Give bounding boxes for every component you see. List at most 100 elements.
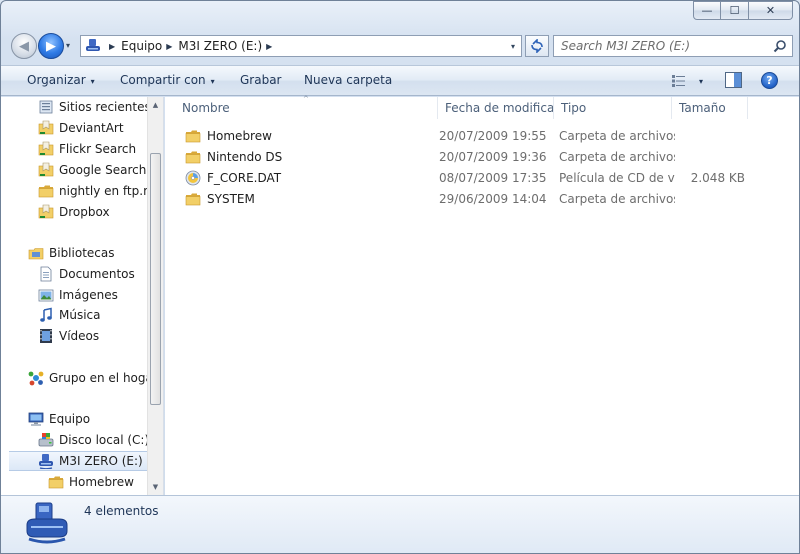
recent-pages-dropdown[interactable]: ▾: [66, 41, 70, 50]
file-name: F_CORE.DAT: [207, 171, 282, 185]
file-list-pane: Nombre ^ Fecha de modifica... Tipo Tamañ…: [165, 95, 799, 495]
chevron-down-icon: ▾: [210, 77, 215, 86]
sidebar-item-m3i-zero-e[interactable]: M3I ZERO (E:): [9, 451, 148, 471]
navigation-bar: ◀ ▶ ▾ ▶ Equipo ▶ M3I ZERO (E:) ▶ ▾: [9, 32, 793, 60]
breadcrumb-equipo[interactable]: Equipo: [121, 39, 162, 53]
close-button[interactable]: ✕: [749, 1, 793, 20]
column-header-name-label: Nombre: [182, 101, 230, 115]
sidebar-item-label: Vídeos: [59, 329, 100, 343]
sidebar-item-label: Dropbox: [59, 205, 110, 219]
sidebar-item-nightly-en-ftp-mo[interactable]: nightly en ftp.mo: [1, 181, 148, 201]
details-pane: 4 elementos: [1, 495, 799, 553]
local-disk-icon: [38, 432, 54, 448]
forward-button[interactable]: ▶: [38, 33, 64, 59]
column-header-size-label: Tamaño: [679, 101, 726, 115]
share-menu-button[interactable]: Compartir con ▾: [120, 73, 215, 87]
file-size: [675, 126, 745, 146]
sidebar-item-label: Google Search: [59, 163, 147, 177]
sidebar-item-label: Música: [59, 308, 101, 322]
details-view-icon: [672, 75, 685, 87]
file-row[interactable]: F_CORE.DAT 08/07/2009 17:35 Película de CD…: [179, 168, 779, 188]
maximize-button[interactable]: ☐: [721, 1, 749, 20]
file-row[interactable]: SYSTEM 29/06/2009 14:04 Carpeta de archivo…: [179, 189, 779, 209]
nav-scrollbar[interactable]: ▲ ▼: [147, 97, 163, 495]
share-label: Compartir con: [120, 73, 206, 87]
libraries-icon: [28, 245, 44, 261]
file-date: 29/06/2009 14:04: [439, 192, 547, 206]
sidebar-item-equipo[interactable]: Equipo: [1, 409, 148, 429]
recent-places-icon: [38, 99, 54, 115]
sidebar-item-label: Homebrew: [69, 475, 134, 489]
search-box[interactable]: [553, 35, 793, 57]
favorite-folder-icon: [38, 162, 54, 178]
file-name-cell: Homebrew: [185, 126, 435, 146]
scrollbar-thumb[interactable]: [150, 153, 161, 405]
minimize-button[interactable]: —: [693, 1, 721, 20]
preview-pane-button[interactable]: [725, 72, 742, 91]
close-icon: ✕: [765, 4, 776, 17]
file-row[interactable]: Homebrew 20/07/2009 19:55 Carpeta de archi…: [179, 126, 779, 146]
sidebar-item-dropbox[interactable]: Dropbox: [1, 202, 148, 222]
organize-menu-button[interactable]: Organizar ▾: [27, 73, 95, 87]
column-header-type[interactable]: Tipo: [554, 97, 672, 119]
file-name-cell: F_CORE.DAT: [185, 168, 435, 188]
pictures-icon: [38, 287, 54, 303]
sidebar-item-documentos[interactable]: Documentos: [1, 264, 148, 284]
maximize-icon: ☐: [729, 4, 740, 17]
sidebar-item-videos[interactable]: Vídeos: [1, 326, 148, 346]
refresh-button[interactable]: [525, 35, 549, 57]
file-name: Homebrew: [207, 129, 272, 143]
back-button[interactable]: ◀: [11, 33, 37, 59]
scroll-down-arrow-icon[interactable]: ▼: [148, 479, 163, 495]
file-size: 2.048 KB: [690, 171, 745, 185]
favorite-folder-icon: [38, 204, 54, 220]
address-history-dropdown[interactable]: ▾: [505, 36, 521, 56]
file-type: Carpeta de archivos: [559, 129, 675, 143]
sidebar-item-sitios-recientes[interactable]: Sitios recientes: [1, 97, 148, 117]
sidebar-item-deviantart[interactable]: DeviantArt: [1, 118, 148, 138]
file-size: [675, 147, 745, 167]
chevron-down-icon[interactable]: ▾: [699, 77, 703, 86]
file-name: Nintendo DS: [207, 150, 283, 164]
search-input[interactable]: [561, 39, 761, 53]
explorer-window: — ☐ ✕ ◀ ▶ ▾ ▶ Equipo ▶ M3I ZERO (E:) ▶ ▾: [0, 0, 800, 554]
sidebar-item-imagenes[interactable]: Imágenes: [1, 285, 148, 305]
sidebar-item-google-search[interactable]: Google Search: [1, 160, 148, 180]
computer-icon: [28, 411, 44, 427]
file-name-cell: Nintendo DS: [185, 147, 435, 167]
breadcrumb-m3i-zero[interactable]: M3I ZERO (E:): [178, 39, 262, 53]
organize-label: Organizar: [27, 73, 86, 87]
burn-button[interactable]: Grabar: [240, 73, 282, 87]
change-view-button[interactable]: ▾: [671, 72, 709, 90]
address-bar[interactable]: ▶ Equipo ▶ M3I ZERO (E:) ▶ ▾: [80, 35, 522, 57]
sidebar-item-label: DeviantArt: [59, 121, 124, 135]
column-header-date[interactable]: Fecha de modifica...: [438, 97, 554, 119]
sidebar-item-label: Equipo: [49, 412, 91, 426]
new-folder-button[interactable]: Nueva carpeta: [304, 73, 392, 87]
sidebar-item-musica[interactable]: Música: [1, 305, 148, 325]
sidebar-item-flickr-search[interactable]: Flickr Search: [1, 139, 148, 159]
sidebar-item-label: Flickr Search: [59, 142, 137, 156]
sidebar-item-grupo-en-el-hogar[interactable]: Grupo en el hogar: [1, 368, 148, 388]
file-type: Película de CD de v...: [559, 171, 675, 185]
help-button[interactable]: ?: [761, 72, 778, 89]
folder-icon: [185, 191, 201, 207]
folder-icon: [185, 128, 201, 144]
burn-label: Grabar: [240, 73, 282, 87]
scroll-up-arrow-icon[interactable]: ▲: [148, 97, 163, 113]
column-header-row: Nombre ^ Fecha de modifica... Tipo Tamañ…: [165, 95, 799, 119]
navigation-pane: Sitios recientes DeviantArt Flickr Search G…: [1, 97, 164, 495]
sidebar-item-homebrew[interactable]: Homebrew: [1, 472, 148, 492]
column-header-size[interactable]: Tamaño: [672, 97, 748, 119]
sidebar-item-disco-local-c[interactable]: Disco local (C:): [1, 430, 148, 450]
file-row[interactable]: Nintendo DS 20/07/2009 19:36 Carpeta de ar…: [179, 147, 779, 167]
new-folder-label: Nueva carpeta: [304, 73, 393, 87]
file-date: 20/07/2009 19:55: [439, 129, 547, 143]
sidebar-item-bibliotecas[interactable]: Bibliotecas: [1, 243, 148, 263]
sidebar-item-label: Grupo en el hogar: [49, 371, 148, 385]
breadcrumb-separator[interactable]: ▶: [166, 42, 172, 51]
favorite-folder-icon: [38, 120, 54, 136]
folder-icon: [185, 149, 201, 165]
breadcrumb-separator[interactable]: ▶: [266, 42, 272, 51]
documents-icon: [38, 266, 54, 282]
